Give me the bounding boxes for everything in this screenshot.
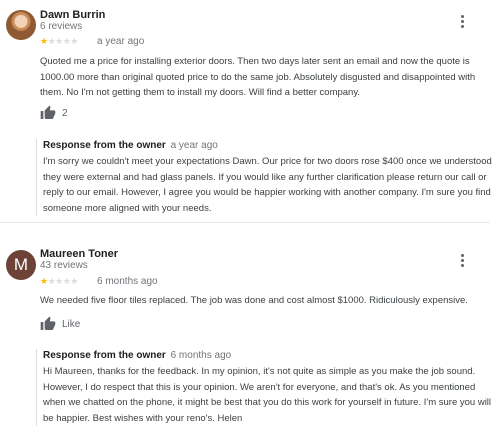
owner-response-age: 6 months ago — [170, 350, 232, 361]
star-filled-icon: ★ — [40, 276, 48, 286]
like-count: 2 — [62, 107, 68, 119]
like-button[interactable]: 2 — [40, 104, 68, 122]
reviewer-avatar[interactable]: M — [6, 250, 36, 280]
reviewer-name[interactable]: Dawn Burrin — [40, 9, 105, 21]
star-empty-icon: ★★★★ — [47, 276, 79, 286]
owner-response-text: I'm sorry we couldn't meet your expectat… — [43, 156, 492, 214]
reviewer-name[interactable]: Maureen Toner — [40, 248, 118, 260]
owner-response-title: Response from the owner — [43, 140, 166, 151]
like-label: Like — [62, 318, 81, 330]
reviewer-review-count: 43 reviews — [40, 260, 88, 271]
star-empty-icon: ★★★★ — [47, 36, 79, 46]
like-button[interactable]: Like — [40, 315, 80, 333]
review-text: Quoted me a price for installing exterio… — [40, 56, 476, 98]
owner-response-age: a year ago — [170, 140, 218, 151]
owner-response: Response from the owner 6 months ago Hi … — [36, 349, 495, 426]
thumb-up-icon — [40, 105, 56, 119]
review-age: 6 months ago — [97, 276, 158, 287]
reviewer-avatar[interactable] — [6, 10, 36, 40]
owner-response: Response from the owner a year ago I'm s… — [36, 139, 495, 216]
star-rating: ★★★★★ — [40, 276, 78, 287]
reviewer-review-count: 6 reviews — [40, 21, 83, 32]
owner-response-title: Response from the owner — [43, 350, 166, 361]
more-vert-icon[interactable] — [454, 251, 470, 269]
review-divider — [0, 222, 490, 223]
star-filled-icon: ★ — [40, 36, 48, 46]
review-age: a year ago — [97, 36, 145, 47]
review-text: We needed five floor tiles replaced. The… — [40, 295, 468, 306]
more-vert-icon[interactable] — [454, 12, 470, 30]
owner-response-text: Hi Maureen, thanks for the feedback. In … — [43, 366, 492, 424]
thumb-up-icon — [40, 316, 56, 330]
star-rating: ★★★★★ — [40, 36, 78, 47]
